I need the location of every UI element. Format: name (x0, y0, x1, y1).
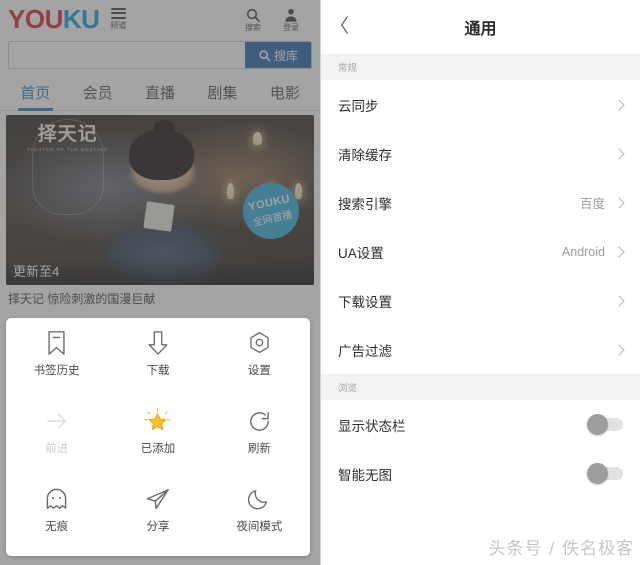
smart-no-image-toggle[interactable] (587, 463, 623, 484)
setting-label: 云同步 (338, 98, 379, 114)
watermark-text: 头条号 / 佚名极客 (488, 539, 634, 559)
youku-browser-panel: YOUKU 频道 搜索 (0, 0, 320, 565)
setting-label: UA设置 (338, 245, 384, 261)
menu-item-label: 分享 (146, 521, 170, 533)
setting-row-clear-cache[interactable]: 清除缓存 (321, 129, 640, 178)
menu-item-forward[interactable]: 前进 (6, 404, 107, 472)
setting-row-ad-filter[interactable]: 广告过滤 (321, 325, 640, 374)
setting-row-cloud-sync[interactable]: 云同步 (321, 80, 640, 129)
menu-item-label: 前进 (45, 443, 69, 455)
menu-item-incognito[interactable]: 无痕 (6, 482, 107, 550)
menu-item-bookmarks[interactable]: 书签历史 (6, 326, 107, 394)
menu-item-label: 夜间模式 (236, 521, 283, 533)
app-screen: YOUKU 频道 搜索 (0, 0, 640, 565)
settings-icon (247, 326, 272, 360)
menu-item-label: 无痕 (45, 521, 69, 533)
setting-row-show-status-bar[interactable]: 显示状态栏 (321, 400, 640, 449)
setting-label: 广告过滤 (338, 343, 392, 359)
bookmark-icon (45, 326, 68, 360)
menu-item-download[interactable]: 下载 (107, 326, 208, 394)
menu-item-night-mode[interactable]: 夜间模式 (209, 482, 310, 550)
setting-value: Android (561, 244, 605, 259)
moon-icon (247, 482, 271, 516)
chevron-right-icon (613, 294, 625, 307)
back-button[interactable] (321, 0, 367, 54)
setting-row-download-settings[interactable]: 下载设置 (321, 276, 640, 325)
section-header-browsing: 浏览 (321, 374, 640, 400)
star-icon (144, 404, 171, 438)
download-icon (146, 326, 170, 360)
settings-header: 通用 (321, 0, 640, 54)
setting-label: 清除缓存 (338, 147, 392, 163)
settings-group-browsing: 显示状态栏 智能无图 (321, 400, 640, 498)
page-title: 通用 (464, 21, 497, 38)
status-bar-toggle[interactable] (587, 414, 623, 435)
menu-item-label: 书签历史 (33, 365, 80, 377)
settings-panel: 通用 常规 云同步 清除缓存 搜索引擎 百度 UA设置 Android 下载设置… (320, 0, 640, 565)
forward-icon (45, 404, 69, 438)
menu-item-label: 刷新 (247, 443, 271, 455)
setting-label: 搜索引擎 (338, 196, 392, 212)
menu-item-refresh[interactable]: 刷新 (209, 404, 310, 472)
menu-item-share[interactable]: 分享 (107, 482, 208, 550)
browser-menu-sheet: 书签历史 下载 设置 前进 已添加 刷新 无痕 分享 夜间模式 (6, 318, 310, 556)
setting-label: 智能无图 (338, 467, 392, 483)
section-header-general: 常规 (321, 54, 640, 80)
chevron-right-icon (613, 147, 625, 160)
chevron-right-icon (613, 196, 625, 209)
setting-row-search-engine[interactable]: 搜索引擎 百度 (321, 178, 640, 227)
menu-item-label: 下载 (146, 365, 170, 377)
toggle-knob (587, 463, 608, 484)
chevron-right-icon (613, 245, 625, 258)
ghost-icon (44, 482, 69, 516)
chevron-right-icon (613, 343, 625, 356)
chevron-right-icon (613, 98, 625, 111)
menu-item-settings[interactable]: 设置 (209, 326, 310, 394)
setting-label: 显示状态栏 (338, 418, 406, 434)
setting-value: 百度 (579, 197, 605, 211)
back-chevron-icon (339, 15, 350, 40)
menu-item-label: 已添加 (140, 443, 176, 455)
toggle-knob (587, 414, 608, 435)
browser-menu-grid: 书签历史 下载 设置 前进 已添加 刷新 无痕 分享 夜间模式 (6, 326, 310, 550)
setting-row-ua-setting[interactable]: UA设置 Android (321, 227, 640, 276)
refresh-icon (247, 404, 272, 438)
setting-row-smart-no-image[interactable]: 智能无图 (321, 449, 640, 498)
settings-group-general: 云同步 清除缓存 搜索引擎 百度 UA设置 Android 下载设置 广告过滤 (321, 80, 640, 374)
setting-label: 下载设置 (338, 294, 392, 310)
menu-item-added-favorite[interactable]: 已添加 (107, 404, 208, 472)
share-icon (145, 482, 170, 516)
menu-item-label: 设置 (247, 365, 271, 377)
